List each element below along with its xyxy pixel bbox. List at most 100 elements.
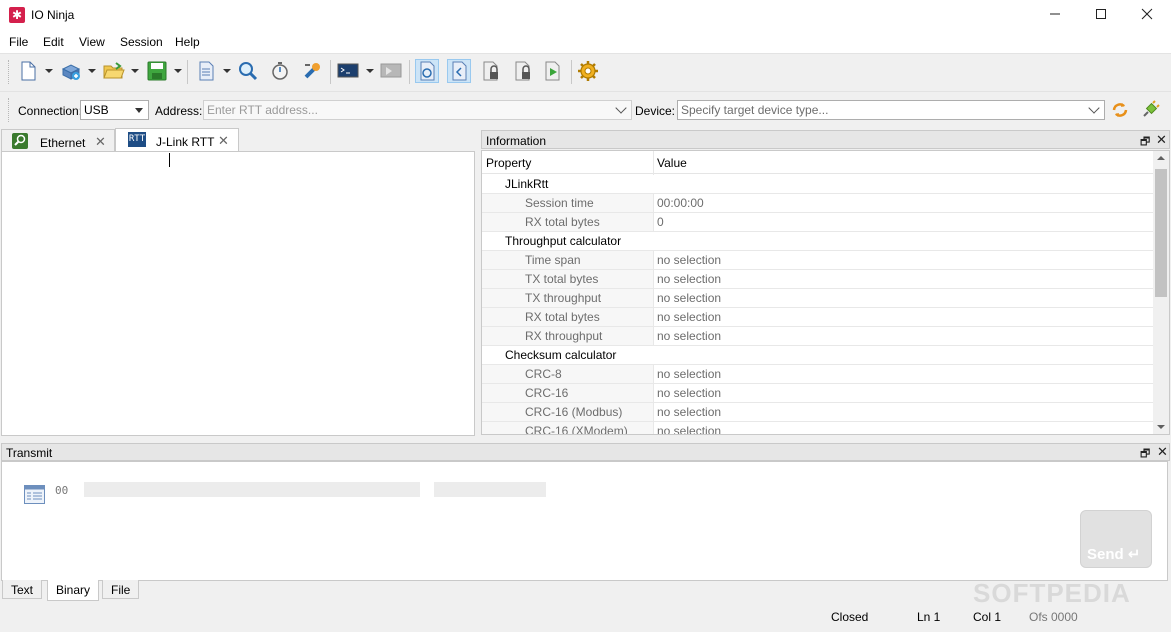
property-name: TX total bytes [482, 270, 653, 288]
toolbar-separator [330, 60, 331, 84]
menu-bar: File Edit View Session Help [0, 31, 1171, 53]
property-value: no selection [657, 310, 722, 324]
information-title: Information [486, 134, 547, 148]
property-name: Session time [482, 194, 653, 212]
property-row[interactable]: CRC-16 no selection [482, 384, 1153, 403]
transmit-title: Transmit [6, 446, 53, 460]
new-session-icon[interactable] [16, 59, 40, 83]
property-group-row[interactable]: Throughput calculator [482, 232, 1153, 251]
timer-icon[interactable] [268, 59, 292, 83]
menu-view[interactable]: View [79, 35, 105, 49]
play-icon[interactable] [541, 59, 565, 83]
property-value: no selection [657, 272, 722, 286]
tab-jlink-rtt-close-icon[interactable]: ✕ [218, 133, 229, 149]
scrollbar-thumb[interactable] [1155, 169, 1167, 297]
device-input[interactable]: Specify target device type... [677, 100, 1105, 120]
scroll-up-icon[interactable] [1157, 156, 1165, 160]
new-session-dropdown-icon[interactable] [45, 69, 53, 73]
app-logo-icon: ✱ [9, 7, 25, 23]
hex-offset: 00 [55, 484, 69, 497]
address-input[interactable]: Enter RTT address... [203, 100, 632, 120]
terminal-icon[interactable] [336, 59, 360, 83]
close-panel-icon[interactable]: ✕ [1157, 444, 1168, 460]
device-placeholder: Specify target device type... [681, 103, 829, 117]
save-icon[interactable] [145, 59, 169, 83]
property-name: CRC-8 [482, 365, 653, 383]
status-offset: Ofs 0000 [1029, 610, 1078, 624]
property-name: CRC-16 (XModem) [482, 422, 653, 434]
property-name: CRC-16 (Modbus) [482, 403, 653, 421]
settings-gear-icon[interactable] [576, 59, 600, 83]
transmit-panel: 00 Send ↵ [1, 461, 1168, 581]
tab-binary[interactable]: Binary [47, 580, 100, 601]
info-icon[interactable] [415, 59, 439, 83]
ascii-data-area[interactable] [434, 482, 546, 497]
connection-label: Connection: [18, 104, 83, 118]
property-column-header[interactable]: Property [486, 156, 531, 170]
hex-editor-icon [24, 485, 45, 504]
tab-text[interactable]: Text [2, 580, 43, 599]
property-group-name: Throughput calculator [482, 232, 1153, 250]
property-group-row[interactable]: Checksum calculator [482, 346, 1153, 365]
property-row[interactable]: RX total bytes no selection [482, 308, 1153, 327]
toolbar-grip[interactable] [8, 60, 11, 84]
menu-edit[interactable]: Edit [43, 35, 64, 49]
session-tabs: Ethernet ✕ RTT J-Link RTT ✕ [0, 128, 477, 153]
new-plugin-dropdown-icon[interactable] [88, 69, 96, 73]
save-dropdown-icon[interactable] [174, 69, 182, 73]
connection-bar: Connection: USB Address: Enter RTT addre… [0, 91, 1171, 127]
title-bar: ✱ IO Ninja [0, 0, 1171, 31]
property-value: no selection [657, 291, 722, 305]
find-icon[interactable] [236, 59, 260, 83]
chevron-down-icon [1088, 102, 1100, 114]
connect-plug-icon[interactable] [1138, 98, 1162, 122]
menu-help[interactable]: Help [175, 35, 200, 49]
property-row[interactable]: Time span no selection [482, 251, 1153, 270]
tab-file[interactable]: File [102, 580, 140, 599]
open-icon[interactable] [102, 59, 126, 83]
property-row[interactable]: CRC-16 (Modbus) no selection [482, 403, 1153, 422]
new-plugin-icon[interactable] [59, 59, 83, 83]
terminal-disabled-icon[interactable] [379, 59, 403, 83]
property-row[interactable]: Session time 00:00:00 [482, 194, 1153, 213]
scroll-down-icon[interactable] [1157, 425, 1165, 429]
property-row[interactable]: TX total bytes no selection [482, 270, 1153, 289]
terminal-dropdown-icon[interactable] [366, 69, 374, 73]
wrench-icon[interactable] [300, 59, 324, 83]
status-line: Ln 1 [917, 610, 941, 624]
menu-session[interactable]: Session [120, 35, 163, 49]
tab-jlink-rtt[interactable]: RTT J-Link RTT ✕ [115, 128, 239, 153]
property-row[interactable]: CRC-8 no selection [482, 365, 1153, 384]
property-group-row[interactable]: JLinkRtt [482, 175, 1153, 194]
tab-ethernet[interactable]: Ethernet ✕ [1, 129, 115, 152]
information-scrollbar[interactable] [1153, 151, 1169, 434]
tab-ethernet-label: Ethernet [40, 136, 86, 150]
property-row[interactable]: RX throughput no selection [482, 327, 1153, 346]
toolbar-grip[interactable] [8, 98, 11, 122]
log-pane[interactable] [1, 151, 475, 436]
hex-data-area[interactable] [84, 482, 420, 497]
status-column: Col 1 [973, 610, 1002, 624]
property-row[interactable]: CRC-16 (XModem) no selection [482, 422, 1153, 434]
log-icon[interactable] [194, 59, 218, 83]
lock-icon[interactable] [479, 59, 503, 83]
tab-ethernet-close-icon[interactable]: ✕ [95, 134, 106, 150]
property-value: no selection [657, 367, 722, 381]
refresh-icon[interactable] [1108, 98, 1132, 122]
property-row[interactable]: TX throughput no selection [482, 289, 1153, 308]
connection-select[interactable]: USB [80, 100, 149, 120]
minimize-icon[interactable] [1032, 0, 1078, 31]
open-dropdown-icon[interactable] [131, 69, 139, 73]
maximize-icon[interactable] [1078, 0, 1124, 31]
value-column-header[interactable]: Value [657, 156, 687, 170]
lock-icon-2[interactable] [511, 59, 535, 83]
close-panel-icon[interactable]: ✕ [1156, 132, 1167, 148]
property-name: Time span [482, 251, 653, 269]
address-placeholder: Enter RTT address... [207, 103, 318, 117]
close-icon[interactable] [1124, 0, 1170, 31]
property-value: no selection [657, 329, 722, 343]
property-row[interactable]: RX total bytes 0 [482, 213, 1153, 232]
back-icon[interactable] [447, 59, 471, 83]
menu-file[interactable]: File [9, 35, 28, 49]
log-dropdown-icon[interactable] [223, 69, 231, 73]
